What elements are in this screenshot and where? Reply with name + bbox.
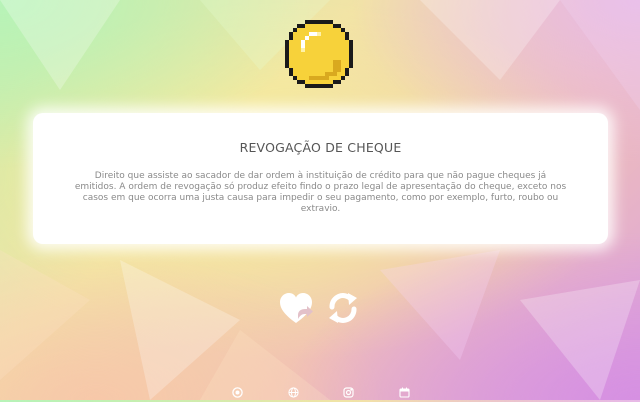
heart-share-icon [280,293,313,323]
favorite-share-button[interactable] [276,288,316,328]
calendar-icon[interactable] [399,383,410,398]
footer-links [0,383,640,398]
record-icon[interactable] [232,383,243,398]
definition-card: REVOGAÇÃO DE CHEQUE Direito que assiste … [33,113,608,244]
card-title: REVOGAÇÃO DE CHEQUE [239,140,402,155]
pixel-coin-icon [285,20,353,88]
card-body: Direito que assiste ao sacador de dar or… [74,171,567,214]
globe-icon[interactable] [288,383,299,398]
refresh-button[interactable] [323,288,363,328]
instagram-icon[interactable] [343,383,354,398]
refresh-icon [329,293,357,323]
